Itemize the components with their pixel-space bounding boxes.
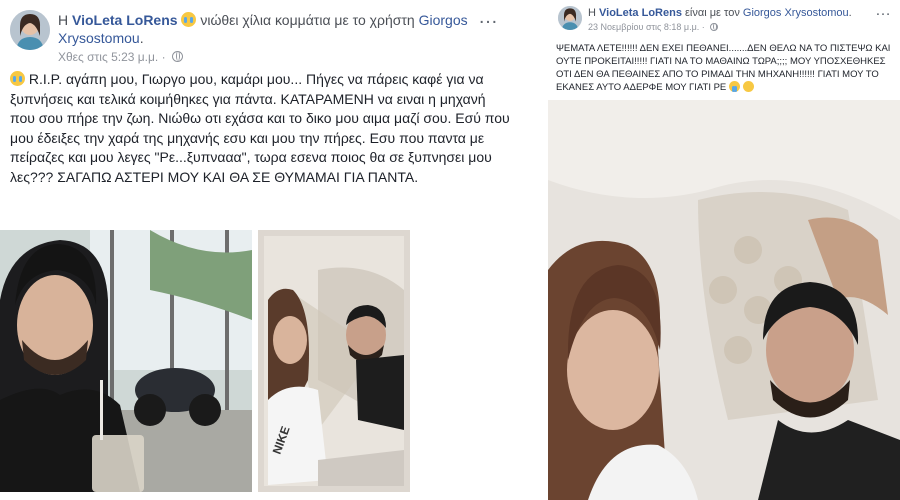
globe-icon[interactable] [171,51,183,62]
post-text: ΨΕΜΑΤΑ ΛΕΤΕ!!!!!! ΔΕΝ ΕΧΕΙ ΠΕΘΑΝΕΙ......… [556,43,891,93]
author-prefix: Η [588,7,596,19]
with-text: είναι με τον [685,7,740,19]
crying-emoji-icon [181,12,197,27]
post-text: R.I.P. αγάπη μου, Γιωργο μου, καμάρι μου… [10,71,510,185]
post-photo-2[interactable]: NIKE [258,230,410,492]
post-divider [540,0,548,500]
post-header: Η VioLeta LoRens είναι με τον Giorgos Xr… [588,7,878,20]
author-prefix: Η [58,12,69,28]
timestamp-text[interactable]: Χθες στις 5:23 μ.μ. [58,50,158,64]
timestamp-text[interactable]: 23 Νοεμβρίου στις 8:18 μ.μ. [588,22,699,32]
post-header: Η VioLeta LoRens νιώθει χίλια κομμάτια μ… [58,11,478,47]
crying-emoji-icon [728,81,740,92]
tagged-suffix: . [139,30,144,46]
post-photo-1[interactable] [0,230,252,492]
author-avatar[interactable] [10,10,50,50]
more-options-icon[interactable]: … [478,6,499,29]
globe-icon[interactable] [710,23,719,31]
post-body: ΨΕΜΑΤΑ ΛΕΤΕ!!!!!! ΔΕΝ ΕΧΕΙ ΠΕΘΑΝΕΙ......… [556,42,891,94]
tagged-suffix: . [848,7,852,19]
author-avatar[interactable] [558,6,582,30]
left-post: Η VioLeta LoRens νιώθει χίλια κομμάτια μ… [0,0,540,500]
author-name-link[interactable]: VioLeta LoRens [599,7,682,19]
post-timestamp[interactable]: 23 Νοεμβρίου στις 8:18 μ.μ. · [588,22,719,32]
post-timestamp[interactable]: Χθες στις 5:23 μ.μ. · [58,50,183,64]
feeling-text: νιώθει χίλια κομμάτια με το χρήστη [200,12,415,28]
author-name-link[interactable]: VioLeta LoRens [72,12,178,28]
tagged-user-link[interactable]: Giorgos Xrysostomou [743,7,849,19]
post-photo[interactable] [548,100,900,500]
more-options-icon[interactable]: … [875,2,892,20]
post-body: R.I.P. αγάπη μου, Γιωργο μου, καμάρι μου… [10,70,510,187]
crying-emoji-icon [10,71,25,86]
right-post: Η VioLeta LoRens είναι με τον Giorgos Xr… [548,0,900,500]
sad-emoji-icon [742,81,754,92]
